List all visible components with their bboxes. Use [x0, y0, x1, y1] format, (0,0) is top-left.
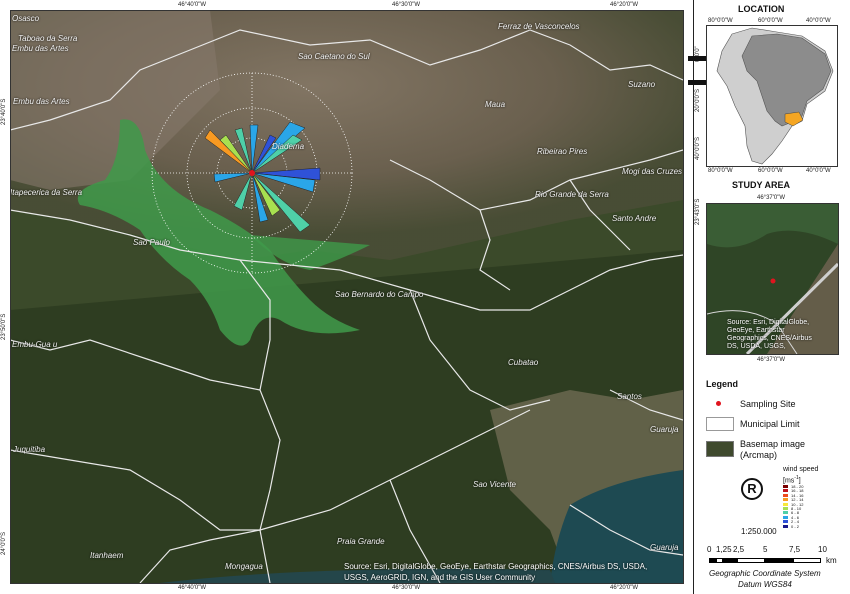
map-bottom-tick: 46°20'0"W [610, 585, 639, 591]
wind-class-swatch [783, 502, 788, 506]
study-source-3: Geographics, CNES/Airbus [727, 335, 812, 342]
wind-class-swatch [783, 524, 788, 528]
wind-speed-title: wind speed [783, 466, 819, 473]
wind-class-swatch [783, 498, 788, 502]
scale-label: 10 [818, 545, 827, 554]
location-bottom-tick: 80°0'0"W [708, 168, 733, 174]
legend-municipal-limit: Municipal Limit [740, 419, 800, 429]
study-source-1: Source: Esri, DigitalGlobe, [727, 319, 810, 326]
sampling-site-symbol [716, 401, 721, 406]
wind-class-swatch [783, 507, 788, 510]
location-title: LOCATION [738, 4, 785, 14]
study-source-4: DS, USDA, USGS, [727, 343, 786, 350]
scale-label: 5 [763, 545, 768, 554]
legend-sampling-site: Sampling Site [740, 399, 796, 409]
wind-class-swatch [783, 515, 788, 519]
legend-basemap-sub: (Arcmap) [740, 450, 778, 460]
municipal-limit-symbol [706, 417, 734, 431]
map-bottom-tick: 46°40'0"W [178, 585, 207, 591]
study-area-bottom-tick: 46°37'0"W [757, 357, 786, 363]
scale-ratio: 1:250.000 [741, 527, 777, 536]
location-bottom-tick: 60°0'0"W [758, 168, 783, 174]
legend-title: Legend [706, 379, 739, 389]
location-map [706, 25, 838, 167]
scale-label: 2,5 [733, 545, 745, 554]
wind-class-label: 0 - 2 [791, 523, 800, 529]
scale-unit: km [826, 556, 837, 565]
wind-class-swatch [783, 489, 788, 493]
map-top-tick: 46°30'0"W [392, 2, 421, 8]
location-top-tick: 40°0'0"W [806, 18, 831, 24]
location-marker-bar [688, 80, 706, 85]
scale-label: 1,25 [716, 545, 732, 554]
legend-basemap: Basemap image [740, 439, 806, 449]
study-area-map[interactable]: Source: Esri, DigitalGlobe, GeoEye, Eart… [706, 203, 839, 355]
compass-icon: R [741, 478, 763, 500]
wind-class-swatch [783, 493, 788, 497]
map-top-tick: 46°40'0"W [178, 2, 207, 8]
study-area-left-tick: 23°43'0"S [695, 198, 701, 225]
wind-speed-unit: [ms-1] [783, 475, 801, 485]
scale-label: 0 [707, 545, 712, 554]
map-top-tick: 46°20'0"W [610, 2, 639, 8]
wind-class-swatch [783, 520, 788, 524]
map-left-tick: 23°50'0"S [1, 313, 7, 340]
crs-line2: Datum WGS84 [738, 580, 792, 589]
study-area-title: STUDY AREA [732, 180, 791, 190]
crs-line1: Geographic Coordinate System [709, 569, 821, 578]
study-area-top-tick: 46°37'0"W [757, 195, 786, 201]
map-left-tick: 24°0'0"S [1, 531, 7, 555]
wind-class-row: 0 - 2 [783, 523, 800, 529]
location-top-tick: 80°0'0"W [708, 18, 733, 24]
location-bottom-tick: 40°0'0"W [806, 168, 831, 174]
main-map-frame [10, 10, 684, 584]
basemap-symbol [706, 441, 734, 457]
wind-class-swatch [783, 485, 788, 488]
location-marker-bar [688, 56, 706, 61]
map-left-tick: 23°40'0"S [1, 98, 7, 125]
study-sampling-site [770, 278, 776, 284]
study-source-2: GeoEye, Earthstar [727, 327, 785, 334]
location-top-tick: 60°0'0"W [758, 18, 783, 24]
wind-class-swatch [783, 511, 788, 515]
map-bottom-tick: 46°30'0"W [392, 585, 421, 591]
location-left-tick: 40°0'0"S [695, 136, 701, 160]
scale-label: 7,5 [789, 545, 801, 554]
location-left-tick: 20°0'0"S [695, 88, 701, 112]
